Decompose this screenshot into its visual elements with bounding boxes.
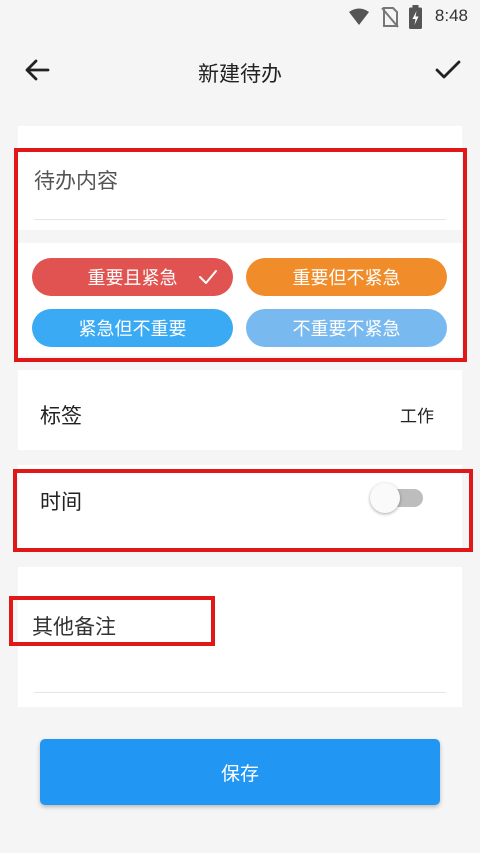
battery-charging-icon [409, 5, 422, 29]
status-bar: 8:48 [0, 0, 480, 34]
tag-value[interactable]: 工作 [400, 402, 434, 427]
tag-label: 标签 [40, 404, 82, 428]
highlight-box-notes [9, 596, 215, 646]
highlight-box-content-priority [14, 148, 467, 362]
no-sim-icon [381, 7, 399, 28]
confirm-check-icon[interactable] [432, 54, 464, 86]
tag-row[interactable] [18, 370, 462, 450]
notes-divider [34, 692, 446, 693]
page-title: 新建待办 [198, 62, 282, 86]
highlight-box-time [13, 469, 473, 552]
status-time: 8:48 [434, 6, 468, 25]
save-button[interactable]: 保存 [40, 739, 440, 805]
wifi-icon [349, 8, 369, 25]
